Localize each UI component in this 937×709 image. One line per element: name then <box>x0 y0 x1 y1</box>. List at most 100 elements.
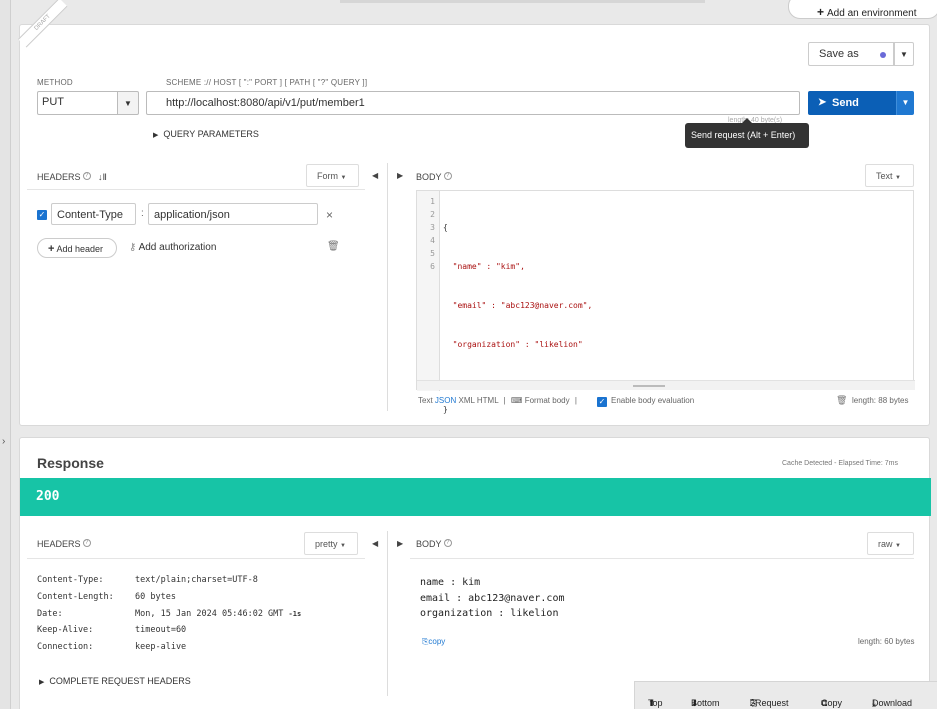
left-collapse-rail[interactable] <box>0 0 11 709</box>
pretty-label: pretty <box>315 539 338 549</box>
add-environment-button[interactable]: + Add an environment <box>788 0 937 19</box>
enable-body-evaluation-checkbox[interactable]: ✓ <box>597 397 607 407</box>
line-number-gutter: 1 2 3 4 5 6 <box>417 191 440 391</box>
help-icon[interactable]: ? <box>82 539 91 547</box>
body-label: BODY <box>416 172 442 182</box>
panel-divider[interactable] <box>387 163 388 411</box>
url-value: http://localhost:8080/api/v1/put/member1 <box>166 97 365 109</box>
response-header-name: Keep-Alive: <box>37 625 94 636</box>
add-header-button[interactable]: + Add header <box>37 238 117 258</box>
send-button[interactable]: ➤ Send <box>808 91 896 115</box>
response-header-value: timeout=60 <box>135 625 187 636</box>
response-body-label: BODY <box>416 539 442 549</box>
format-tab-json[interactable]: JSON <box>435 396 456 405</box>
header-value-input[interactable]: application/json <box>148 203 318 225</box>
method-dropdown-button[interactable]: ▼ <box>117 91 139 115</box>
response-header-row: Content-Type: text/plain;charset=UTF-8 <box>37 572 301 589</box>
date-offset-badge: -1s <box>288 609 302 618</box>
query-parameters-toggle[interactable]: ▶ QUERY PARAMETERS <box>153 129 259 139</box>
query-parameters-label: QUERY PARAMETERS <box>163 129 259 139</box>
header-colon: : <box>141 208 144 219</box>
headers-title: HEADERS? ↓Ⅱ <box>37 172 107 183</box>
line-number: 3 <box>430 223 435 232</box>
url-input[interactable]: http://localhost:8080/api/v1/put/member1 <box>146 91 800 115</box>
response-title: Response <box>37 455 104 471</box>
response-body-text[interactable]: name : kim email : abc123@naver.com orga… <box>420 575 565 622</box>
remove-header-icon[interactable]: × <box>326 208 333 222</box>
header-enabled-checkbox[interactable]: ✓ <box>37 210 47 220</box>
response-headers-format-dropdown[interactable]: pretty ▼ <box>304 532 358 555</box>
body-editor[interactable]: 1 2 3 4 5 6 { "name" : "kim", "email" : … <box>416 190 915 414</box>
enable-body-evaluation-label: Enable body evaluation <box>611 396 695 405</box>
request-label: 2Request <box>750 698 789 708</box>
line-number: 5 <box>430 249 435 258</box>
add-environment-label: Add an environment <box>827 8 917 19</box>
sort-icon[interactable]: ↓Ⅱ <box>98 172 107 182</box>
top-strip <box>340 0 705 3</box>
body-format-toolbar: Text JSON XML HTML | ⌨ Format body | <box>418 396 580 405</box>
header-name-input[interactable]: Content-Type <box>51 203 136 225</box>
response-header-name: Connection: <box>37 642 94 653</box>
request-panel: DRAFT Save as ▼ METHOD SCHEME :// HOST [… <box>18 0 930 426</box>
expand-arrow-icon[interactable]: › <box>2 436 5 447</box>
trash-icon[interactable]: 🗑 <box>327 241 340 252</box>
clear-body-trash-icon[interactable]: 🗑 <box>836 395 847 406</box>
format-tab-html[interactable]: HTML <box>477 396 498 405</box>
add-header-label: Add header <box>56 244 103 254</box>
collapse-left-icon[interactable]: ◀ <box>372 539 378 548</box>
headers-label: HEADERS <box>37 172 81 182</box>
response-panel: Response Cache Detected - Elapsed Time: … <box>19 437 931 709</box>
format-body-label: Format body <box>524 396 570 405</box>
response-header-row: Connection: keep-alive <box>37 639 301 656</box>
help-icon[interactable]: ? <box>443 172 452 180</box>
response-panel-divider[interactable] <box>387 531 388 696</box>
help-icon[interactable]: ? <box>82 172 91 180</box>
editor-resize-handle[interactable] <box>417 380 915 390</box>
collapse-right-icon[interactable]: ▶ <box>397 171 403 180</box>
header-name-value: Content-Type <box>57 209 124 221</box>
headers-divider <box>27 189 365 190</box>
collapse-right-icon[interactable]: ▶ <box>397 539 403 548</box>
format-body-button[interactable]: ⌨ Format body <box>511 396 570 405</box>
copy-label: Copy <box>821 698 843 708</box>
caret-down-icon: ▼ <box>895 175 901 181</box>
header-value-value: application/json <box>154 209 230 221</box>
save-as-dropdown-button[interactable]: ▼ <box>894 42 914 66</box>
add-authorization-link[interactable]: ⚷ Add authorization <box>129 242 216 253</box>
download-label: Download <box>872 698 913 708</box>
response-header-name: Content-Length: <box>37 591 114 602</box>
response-body-title: BODY? <box>416 539 452 549</box>
response-header-row: Content-Length: 60 bytes <box>37 589 301 606</box>
response-body-line: email : abc123@naver.com <box>420 592 565 604</box>
caret-down-icon: ▼ <box>340 175 347 181</box>
response-copy-link[interactable]: ⎘copy <box>422 637 445 647</box>
headers-form-dropdown[interactable]: Form ▼ <box>306 164 359 187</box>
response-headers-list: Content-Type: text/plain;charset=UTF-8 Co… <box>37 572 301 656</box>
response-header-row: Date: Mon, 15 Jan 2024 05:46:02 GMT -1s <box>37 606 301 623</box>
unsaved-dot-icon <box>880 52 886 58</box>
collapse-left-icon[interactable]: ◀ <box>372 171 378 180</box>
response-body-length: length: 60 bytes <box>858 637 915 646</box>
grip-icon <box>633 385 665 387</box>
response-headers-title: HEADERS? <box>37 539 91 549</box>
complete-request-headers-toggle[interactable]: ▶ COMPLETE REQUEST HEADERS <box>39 676 191 686</box>
send-tooltip: Send request (Alt + Enter) <box>685 118 809 148</box>
body-type-dropdown[interactable]: Text ▼ <box>865 164 914 187</box>
caret-down-icon: ▼ <box>895 543 901 549</box>
response-header-name: Date: <box>37 608 63 619</box>
response-body-format-dropdown[interactable]: raw ▼ <box>867 532 914 555</box>
code-line: "name" : "kim", <box>443 262 525 271</box>
bottom-action-bar: ⬆ Top ⬇ Bottom ⎘ 2Request ⧉ Copy ⤓ Download <box>634 681 937 709</box>
line-number: 2 <box>430 210 435 219</box>
format-tab-xml[interactable]: XML <box>458 396 474 405</box>
status-code-bar: 200 <box>20 478 931 516</box>
format-tab-text[interactable]: Text <box>418 396 433 405</box>
scheme-hint: SCHEME :// HOST [ ":" PORT ] [ PATH [ "?… <box>166 78 368 87</box>
response-header-name: Content-Type: <box>37 575 104 585</box>
send-dropdown-button[interactable]: ▼ <box>896 91 914 115</box>
save-as-label: Save as <box>819 48 859 60</box>
response-body-line: name : kim <box>420 577 481 588</box>
caret-right-icon: ▶ <box>153 132 159 139</box>
help-icon[interactable]: ? <box>443 539 452 547</box>
add-authorization-label: Add authorization <box>138 242 217 253</box>
